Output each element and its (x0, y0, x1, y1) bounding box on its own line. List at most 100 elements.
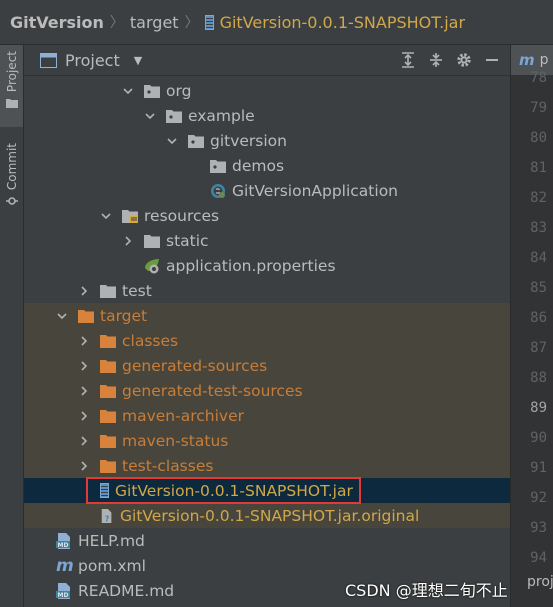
breadcrumb-separator-icon: 〉 (184, 15, 199, 31)
tree-row-label: generated-sources (122, 356, 268, 375)
orange-folder-icon (100, 459, 116, 473)
line-number: 79 (530, 100, 547, 116)
tree-row-label: target (100, 306, 148, 325)
line-number-current: 89 (530, 400, 547, 416)
tree-row-label: application.properties (166, 256, 336, 275)
view-dropdown-icon[interactable]: ▼ (134, 54, 142, 67)
tree-row-label: gitversion (210, 131, 287, 150)
chevron-down-icon[interactable] (100, 210, 112, 222)
package-folder-icon (210, 159, 226, 173)
line-number: 88 (530, 370, 547, 386)
tree-row-test-classes[interactable]: test-classes (24, 453, 510, 478)
orange-folder-icon (78, 309, 94, 323)
tree-row-label: test (122, 281, 152, 300)
gear-icon[interactable] (456, 52, 472, 68)
tree-row-static[interactable]: static (24, 228, 510, 253)
expand-all-icon[interactable] (400, 52, 416, 68)
spring-class-icon (211, 183, 225, 198)
chevron-down-icon[interactable] (56, 310, 68, 322)
tree-row-classes[interactable]: classes (24, 328, 510, 353)
breadcrumb: GitVersion 〉 target 〉 GitVersion-0.0.1-S… (0, 0, 553, 45)
folder-icon (144, 234, 160, 248)
chevron-right-icon[interactable] (78, 385, 90, 397)
package-folder-icon (144, 84, 160, 98)
chevron-right-icon[interactable] (78, 285, 90, 297)
jar-icon (204, 14, 214, 30)
tree-row-demos[interactable]: demos (24, 153, 510, 178)
tree-row-label: README.md (78, 581, 175, 600)
chevron-down-icon[interactable] (122, 85, 134, 97)
line-number: 92 (530, 490, 547, 506)
svg-text:MD: MD (58, 592, 69, 599)
orange-folder-icon (100, 434, 116, 448)
line-number: 93 (530, 520, 547, 536)
tree-row-maven-status[interactable]: maven-status (24, 428, 510, 453)
tree-row-label: static (166, 231, 209, 250)
markdown-icon: MD (56, 532, 70, 549)
tree-row-label: pom.xml (78, 556, 146, 575)
chevron-down-icon[interactable] (166, 135, 178, 147)
tree-row-test[interactable]: test (24, 278, 510, 303)
orange-folder-icon (100, 409, 116, 423)
hide-panel-icon[interactable] (484, 52, 500, 68)
breadcrumb-folder[interactable]: target (130, 13, 179, 32)
chevron-right-icon[interactable] (78, 435, 90, 447)
project-panel-header: Project ▼ (24, 45, 510, 76)
tree-row-snapshot-jar[interactable]: GitVersion-0.0.1-SNAPSHOT.jar (24, 478, 510, 503)
chevron-right-icon[interactable] (78, 335, 90, 347)
chevron-right-icon[interactable] (78, 360, 90, 372)
package-folder-icon (188, 134, 204, 148)
chevron-right-icon[interactable] (78, 410, 90, 422)
package-folder-icon (166, 109, 182, 123)
breadcrumb-separator-icon: 〉 (109, 15, 124, 31)
tree-row-gitversion[interactable]: gitversion (24, 128, 510, 153)
tree-row-maven-archiver[interactable]: maven-archiver (24, 403, 510, 428)
chevron-right-icon[interactable] (78, 460, 90, 472)
unknown-file-icon: ? (101, 508, 112, 523)
commit-icon (5, 197, 18, 205)
panel-toolbar (400, 52, 510, 68)
tree-row-label: test-classes (122, 456, 214, 475)
tree-row-snapshot-jar-original[interactable]: ? GitVersion-0.0.1-SNAPSHOT.jar.original (24, 503, 510, 528)
orange-folder-icon (100, 384, 116, 398)
line-number: 85 (530, 280, 547, 296)
breadcrumb-file[interactable]: GitVersion-0.0.1-SNAPSHOT.jar (220, 13, 466, 32)
tree-row-resources[interactable]: resources (24, 203, 510, 228)
folder-icon (100, 284, 116, 298)
tool-tab-project[interactable]: Project (0, 45, 23, 127)
line-number: 87 (530, 340, 547, 356)
tool-tab-commit[interactable]: Commit (0, 139, 23, 219)
line-number: 78 (530, 70, 547, 86)
chevron-down-icon[interactable] (144, 110, 156, 122)
tree-row-generated-test-sources[interactable]: generated-test-sources (24, 378, 510, 403)
orange-folder-icon (100, 334, 116, 348)
markdown-icon: MD (56, 582, 70, 599)
status-fragment: proj (527, 574, 553, 590)
collapse-all-icon[interactable] (428, 52, 444, 68)
tool-window-strip: Project Commit (0, 45, 24, 607)
tree-row-help-md[interactable]: MD HELP.md (24, 528, 510, 553)
watermark: CSDN @理想二旬不止 (345, 581, 508, 600)
maven-icon: m (519, 51, 535, 69)
tree-row-generated-sources[interactable]: generated-sources (24, 353, 510, 378)
tree-row-application-properties[interactable]: application.properties (24, 253, 510, 278)
editor-tab-label: p (539, 52, 549, 68)
project-view-icon (40, 52, 57, 68)
maven-icon: m (56, 555, 74, 576)
orange-folder-icon (100, 359, 116, 373)
tree-row-label: maven-status (122, 431, 229, 450)
tree-row-example[interactable]: example (24, 103, 510, 128)
tree-row-label: maven-archiver (122, 406, 244, 425)
tree-row-target[interactable]: target (24, 303, 510, 328)
tree-row-pom-xml[interactable]: m pom.xml (24, 553, 510, 578)
tool-tab-commit-label: Commit (4, 143, 19, 191)
project-panel-title[interactable]: Project (65, 51, 120, 70)
line-number: 90 (530, 430, 547, 446)
editor-area: m p 78 79 80 81 82 83 84 85 86 87 88 89 … (510, 45, 553, 607)
tree-row-gitversionapplication[interactable]: GitVersionApplication (24, 178, 510, 203)
folder-icon (5, 99, 18, 109)
chevron-right-icon[interactable] (122, 235, 134, 247)
tree-row-org[interactable]: org (24, 78, 510, 103)
breadcrumb-project[interactable]: GitVersion (10, 13, 104, 32)
line-number: 84 (530, 250, 547, 266)
